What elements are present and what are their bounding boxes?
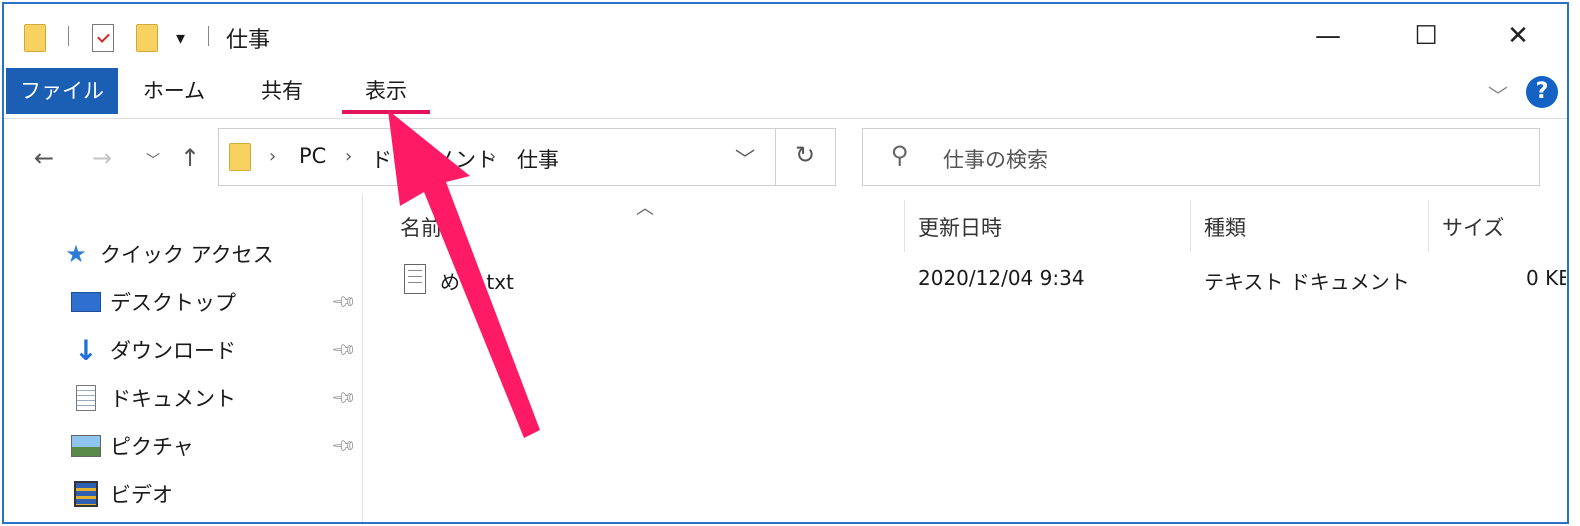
divider <box>68 26 69 46</box>
column-header-size[interactable]: サイズ <box>1442 208 1504 248</box>
tab-share[interactable]: 共有 <box>244 68 320 114</box>
forward-arrow-icon[interactable]: → <box>92 144 112 172</box>
up-arrow-icon[interactable]: ↑ <box>180 144 200 172</box>
tab-view[interactable]: 表示 <box>344 68 428 114</box>
file-name[interactable]: めも.txt <box>440 266 514 295</box>
navigation-pane: ★ クイック アクセス デスクトップ 📌︎ ↓ ダウンロード 📌︎ ドキュメント… <box>4 194 363 522</box>
file-type: テキスト ドキュメント <box>1204 270 1410 294</box>
column-header-type[interactable]: 種類 <box>1204 208 1246 248</box>
tab-home[interactable]: ホーム <box>134 68 214 114</box>
nav-item-label: ピクチャ <box>110 435 194 459</box>
properties-icon[interactable] <box>92 22 114 54</box>
divider[interactable] <box>904 200 905 252</box>
file-modified: 2020/12/04 9:34 <box>918 266 1085 290</box>
ribbon: ファイル ホーム 共有 表示 <box>4 66 1567 119</box>
chevron-down-icon[interactable]: ﹀ <box>1488 80 1508 109</box>
nav-item-label: ドキュメント <box>110 387 236 411</box>
column-header-modified[interactable]: 更新日時 <box>918 208 1002 248</box>
breadcrumb-pc[interactable]: PC <box>299 144 326 168</box>
pin-icon[interactable]: 📌︎ <box>330 288 358 316</box>
download-icon: ↓ <box>74 333 98 367</box>
pin-icon[interactable]: 📌︎ <box>330 384 358 412</box>
documents-icon <box>70 384 102 412</box>
breadcrumb-separator: › <box>489 146 497 167</box>
desktop-icon <box>70 288 102 316</box>
folder-icon <box>229 143 251 171</box>
file-size: 0 KB <box>1526 266 1566 290</box>
maximize-button[interactable]: ☐ <box>1396 14 1456 58</box>
pin-icon[interactable]: 📌︎ <box>330 432 358 460</box>
help-icon[interactable]: ? <box>1526 76 1558 108</box>
search-icon: ⚲ <box>891 141 909 169</box>
window-title: 仕事 <box>226 28 271 53</box>
pin-icon[interactable]: 📌︎ <box>330 336 358 364</box>
pictures-icon <box>70 432 102 460</box>
recent-locations-chevron-icon[interactable]: ﹀ <box>146 150 160 170</box>
sort-ascending-icon: ︿ <box>636 198 654 219</box>
divider <box>775 129 776 185</box>
close-button[interactable]: ✕ <box>1488 14 1548 58</box>
nav-item-downloads[interactable]: ↓ ダウンロード <box>70 332 236 368</box>
title-bar: ▾ 仕事 — ☐ ✕ <box>4 4 1567 66</box>
address-bar[interactable]: › PC › ドキュメント › 仕事 ﹀ ↻ <box>218 128 836 186</box>
text-file-icon <box>404 264 426 294</box>
address-dropdown-icon[interactable]: ﹀ <box>735 143 755 172</box>
breadcrumb-separator: › <box>345 146 353 167</box>
nav-item-label: ダウンロード <box>110 339 236 363</box>
new-folder-icon[interactable] <box>136 22 158 54</box>
divider[interactable] <box>1428 200 1429 252</box>
search-box[interactable]: ⚲ 仕事の検索 <box>862 128 1540 186</box>
video-icon <box>70 480 102 508</box>
explorer-window: ▾ 仕事 — ☐ ✕ ファイル ホーム 共有 表示 ﹀ ? ← → ﹀ ↑ › … <box>2 2 1569 524</box>
view-tab-highlight <box>342 110 430 114</box>
nav-item-desktop[interactable]: デスクトップ <box>70 284 236 320</box>
divider[interactable] <box>1190 200 1191 252</box>
customize-quick-access-button[interactable]: ▾ <box>176 22 185 54</box>
column-header-name[interactable]: 名前 <box>400 208 442 248</box>
folder-icon <box>24 22 46 54</box>
nav-item-videos[interactable]: ビデオ <box>70 476 173 512</box>
nav-item-label: クイック アクセス <box>100 243 274 267</box>
refresh-icon[interactable]: ↻ <box>795 141 815 169</box>
divider <box>208 26 209 46</box>
minimize-button[interactable]: — <box>1298 14 1358 58</box>
nav-item-label: デスクトップ <box>110 291 236 315</box>
tab-file[interactable]: ファイル <box>6 68 118 114</box>
nav-item-documents[interactable]: ドキュメント <box>70 380 236 416</box>
back-arrow-icon[interactable]: ← <box>34 144 54 172</box>
nav-item-label: ビデオ <box>110 483 173 507</box>
nav-item-pictures[interactable]: ピクチャ <box>70 428 194 464</box>
breadcrumb-separator: › <box>269 146 277 167</box>
star-icon: ★ <box>65 240 87 268</box>
breadcrumb-work[interactable]: 仕事 <box>517 144 559 174</box>
breadcrumb-documents[interactable]: ドキュメント <box>371 144 497 174</box>
search-placeholder: 仕事の検索 <box>943 148 1048 172</box>
nav-quick-access[interactable]: ★ クイック アクセス <box>60 236 274 272</box>
